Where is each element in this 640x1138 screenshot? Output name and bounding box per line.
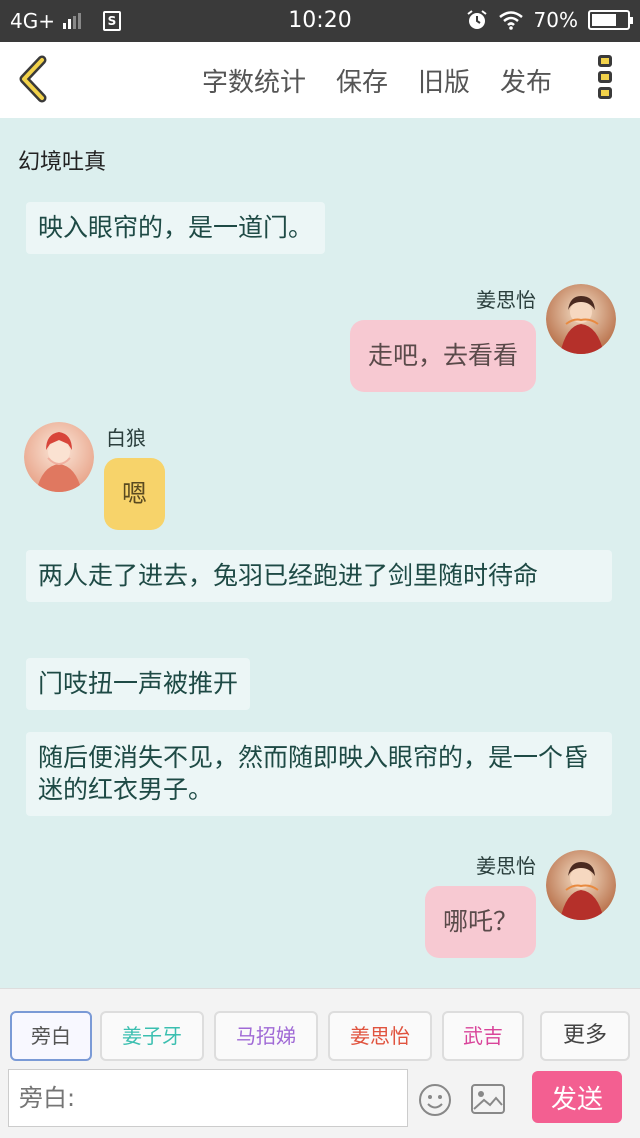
message-bubble-right[interactable]: 哪吒？ <box>424 886 536 958</box>
role-button[interactable]: 姜子牙 <box>100 1011 204 1061</box>
old-version-button[interactable]: 旧版 <box>418 62 470 99</box>
status-right: 70% <box>466 8 633 32</box>
narration-bubble[interactable]: 随后便消失不见，然而随即映入眼帘的，是一个昏迷的红衣男子。 <box>26 732 612 816</box>
save-button[interactable]: 保存 <box>336 62 388 99</box>
message-input[interactable] <box>8 1069 408 1127</box>
battery-icon <box>588 10 633 30</box>
avatar-portrait-icon <box>24 422 94 492</box>
role-button[interactable]: 武吉 <box>442 1011 524 1061</box>
role-button[interactable]: 姜思怡 <box>328 1011 432 1061</box>
more-roles-button[interactable]: 更多 <box>540 1011 630 1061</box>
wifi-icon <box>498 11 523 30</box>
message-bubble-right[interactable]: 走吧，去看看 <box>349 320 536 392</box>
battery-fill <box>592 14 616 26</box>
speaker-name: 姜思怡 <box>476 288 536 312</box>
role-selector-bar: 旁白 姜子牙 马招娣 姜思怡 武吉 更多 发送 <box>0 988 640 1138</box>
chat-area[interactable]: 幻境吐真 映入眼帘的，是一道门。 姜思怡 走吧，去看看 白狼 嗯 两人走了进去，… <box>0 118 640 988</box>
speaker-name: 姜思怡 <box>476 854 536 878</box>
send-button[interactable]: 发送 <box>532 1071 622 1123</box>
avatar-bai-lang[interactable] <box>24 422 94 492</box>
chevron-left-icon[interactable] <box>12 54 56 104</box>
role-button[interactable]: 马招娣 <box>214 1011 318 1061</box>
alarm-icon <box>466 10 487 29</box>
narration-bubble[interactable]: 两人走了进去，兔羽已经跑进了剑里随时待命 <box>26 550 612 602</box>
narration-bubble[interactable]: 门吱扭一声被推开 <box>26 658 251 710</box>
narration-bubble[interactable]: 映入眼帘的，是一道门。 <box>26 202 326 254</box>
avatar-jiang-siyi[interactable] <box>546 850 616 920</box>
image-icon[interactable] <box>470 1083 506 1115</box>
avatar-portrait-icon <box>546 850 616 920</box>
vertical-menu-icon[interactable] <box>590 54 620 106</box>
smiley-icon[interactable] <box>418 1083 452 1117</box>
battery-percent: 70% <box>533 8 578 32</box>
publish-button[interactable]: 发布 <box>500 62 552 99</box>
status-bar: 4G+ S 10:20 70% <box>0 0 640 42</box>
editor-toolbar: 字数统计 保存 旧版 发布 <box>0 42 640 118</box>
toolbar-actions: 字数统计 保存 旧版 发布 <box>202 62 552 99</box>
role-button-narrator[interactable]: 旁白 <box>10 1011 92 1061</box>
avatar-portrait-icon <box>546 284 616 354</box>
avatar-jiang-siyi[interactable] <box>546 284 616 354</box>
word-count-button[interactable]: 字数统计 <box>202 62 306 99</box>
chapter-title: 幻境吐真 <box>18 150 107 175</box>
message-bubble-left[interactable]: 嗯 <box>104 458 166 530</box>
speaker-name: 白狼 <box>106 426 146 450</box>
